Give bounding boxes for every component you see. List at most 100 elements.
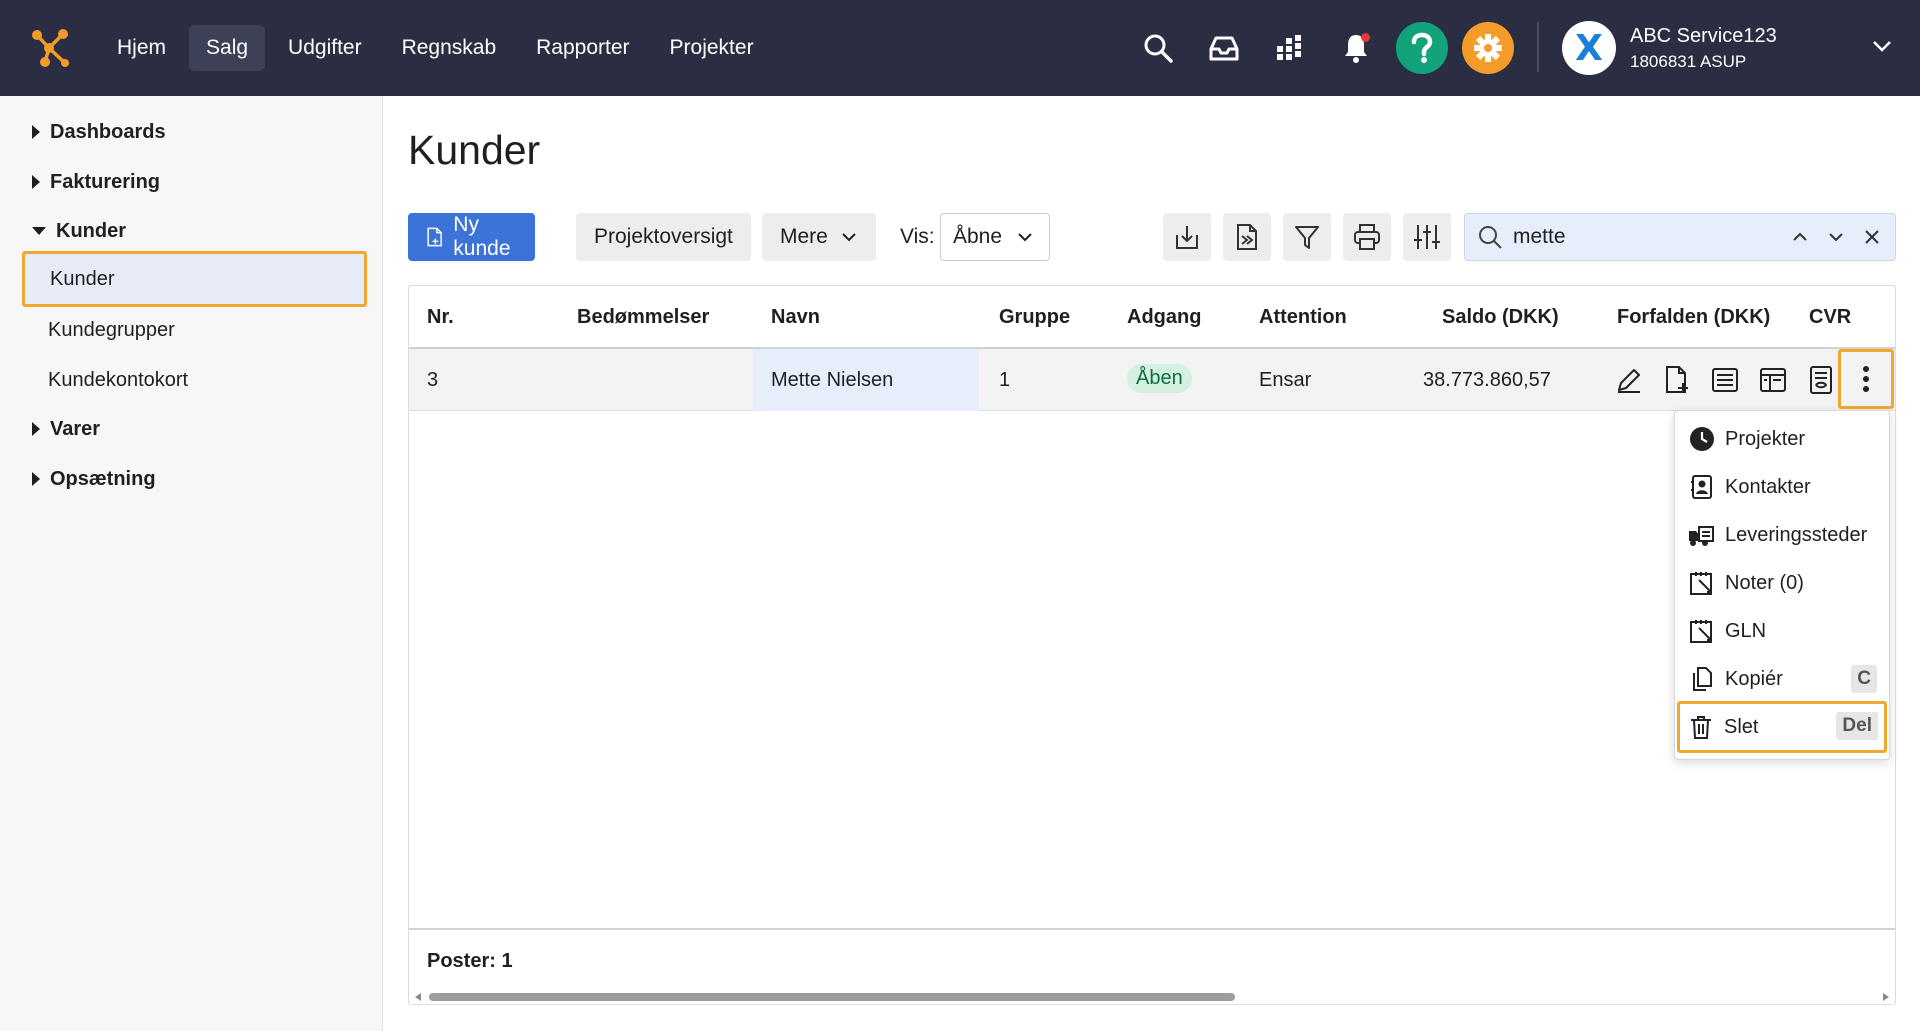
note-icon [1687,568,1717,598]
topbar-divider [1537,22,1539,72]
caret-right-icon [32,422,40,436]
menu-item-label: Kopiér [1725,667,1783,690]
nav-projekter[interactable]: Projekter [653,25,771,71]
menu-item-kopier[interactable]: Kopiér C [1681,657,1883,701]
column-header-nr[interactable]: Nr. [427,306,454,329]
trash-icon [1686,712,1716,742]
apps-grid-icon[interactable] [1264,22,1316,74]
cell-attention: Ensar [1259,369,1312,391]
scroll-left-icon[interactable] [415,993,421,1001]
sidebar-item-kunder[interactable]: Kunder [22,251,367,307]
filter-button[interactable] [1283,213,1331,261]
app-logo[interactable] [0,0,100,96]
sidebar-item-kundegrupper[interactable]: Kundegrupper [0,306,383,354]
export-document-button[interactable] [1223,213,1271,261]
nav-salg[interactable]: Salg [189,25,266,71]
scroll-right-icon[interactable] [1883,993,1889,1001]
filter-icon [1295,226,1319,249]
sidebar-section-dashboards[interactable]: Dashboards [0,108,383,156]
edit-icon[interactable] [1610,361,1648,399]
print-button[interactable] [1343,213,1391,261]
column-header-adgang[interactable]: Adgang [1127,306,1201,329]
sidebar-item-label: Kundegrupper [48,318,175,341]
nav-udgifter[interactable]: Udgifter [271,25,379,71]
column-header-gruppe[interactable]: Gruppe [999,306,1070,329]
delivery-truck-icon [1687,520,1717,550]
bell-icon[interactable] [1330,22,1382,74]
new-document-icon[interactable] [1658,361,1696,399]
sidebar: Dashboards Fakturering Kunder Kunder Kun… [0,96,383,1031]
menu-item-label: Projekter [1725,427,1806,450]
search-icon[interactable] [1132,22,1184,74]
record-count: Poster: 1 [427,950,513,972]
vis-value: Åbne [953,225,1003,248]
layout-icon[interactable] [1754,361,1792,399]
vis-select[interactable]: Åbne [940,213,1050,261]
chevron-down-icon [842,233,856,242]
account-switcher[interactable]: X ABC Service123 1806831 ASUP [1562,0,1777,96]
help-icon[interactable] [1396,22,1448,74]
menu-item-projekter[interactable]: Projekter [1681,417,1883,461]
account-number: 1806831 ASUP [1630,51,1747,71]
column-header-saldo[interactable]: Saldo (DKK) [1442,306,1559,329]
caret-right-icon [32,125,40,139]
column-header-ratings[interactable]: Bedømmelser [577,306,709,329]
status-badge: Åben [1127,364,1192,393]
menu-item-label: GLN [1725,619,1767,642]
account-info: ABC Service123 1806831 ASUP [1630,25,1777,72]
scrollbar-thumb[interactable] [429,993,1235,1001]
nav-hjem[interactable]: Hjem [100,25,183,71]
vis-label: Vis: [900,225,935,248]
chevron-up-icon[interactable] [1785,222,1815,252]
sidebar-section-varer[interactable]: Varer [0,405,383,453]
chevron-down-icon [1018,233,1032,242]
column-header-attention[interactable]: Attention [1259,306,1347,329]
sidebar-section-fakturering[interactable]: Fakturering [0,158,383,206]
table-row[interactable]: 3 Mette Nielsen 1 Åben Ensar 38.773.860,… [409,349,1895,411]
sidebar-item-label: Kunder [50,267,115,290]
download-button[interactable] [1163,213,1211,261]
cell-gruppe: 1 [999,369,1011,391]
more-dropdown-button[interactable]: Mere [762,213,876,261]
sidebar-section-opsaetning[interactable]: Opsætning [0,455,383,503]
project-overview-button[interactable]: Projektoversigt [576,213,751,261]
more-label: Mere [780,225,828,248]
caret-right-icon [32,175,40,189]
menu-item-kontakter[interactable]: Kontakter [1681,465,1883,509]
column-header-navn[interactable]: Navn [771,306,820,329]
sidebar-item-kundekontokort[interactable]: Kundekontokort [0,356,383,404]
column-settings-icon [1414,225,1440,249]
account-avatar: X [1562,21,1616,75]
menu-item-gln[interactable]: GLN [1681,609,1883,653]
nav-rapporter[interactable]: Rapporter [519,25,646,71]
menu-item-noter[interactable]: Noter (0) [1681,561,1883,605]
cell-navn[interactable]: Mette Nielsen [771,369,893,392]
menu-item-leveringssteder[interactable]: Leveringssteder [1681,513,1883,557]
clock-icon [1687,424,1717,454]
contact-card-icon [1687,472,1717,502]
horizontal-scrollbar[interactable] [411,990,1893,1004]
caret-down-icon [32,227,46,235]
top-icon-group [1132,0,1514,96]
inbox-icon[interactable] [1198,22,1250,74]
close-icon[interactable] [1857,222,1887,252]
search-input[interactable] [1513,225,1773,249]
row-more-button[interactable] [1838,349,1894,409]
column-header-cvr[interactable]: CVR [1809,306,1851,329]
nav-regnskab[interactable]: Regnskab [385,25,514,71]
sidebar-section-kunder[interactable]: Kunder [0,207,383,255]
gear-icon[interactable] [1462,22,1514,74]
new-customer-button[interactable]: Ny kunde [408,213,536,261]
list-icon[interactable] [1706,361,1744,399]
project-overview-label: Projektoversigt [594,225,733,248]
chevron-down-icon[interactable] [1821,222,1851,252]
chevron-down-icon[interactable] [1870,34,1894,58]
note-icon [1687,616,1717,646]
statement-icon[interactable] [1802,361,1840,399]
more-vertical-icon [1863,366,1869,392]
menu-item-slet[interactable]: Slet Del [1677,701,1887,753]
column-settings-button[interactable] [1403,213,1451,261]
print-icon [1354,224,1380,250]
shortcut-badge: Del [1836,712,1878,740]
column-header-forfalden[interactable]: Forfalden (DKK) [1617,306,1770,329]
